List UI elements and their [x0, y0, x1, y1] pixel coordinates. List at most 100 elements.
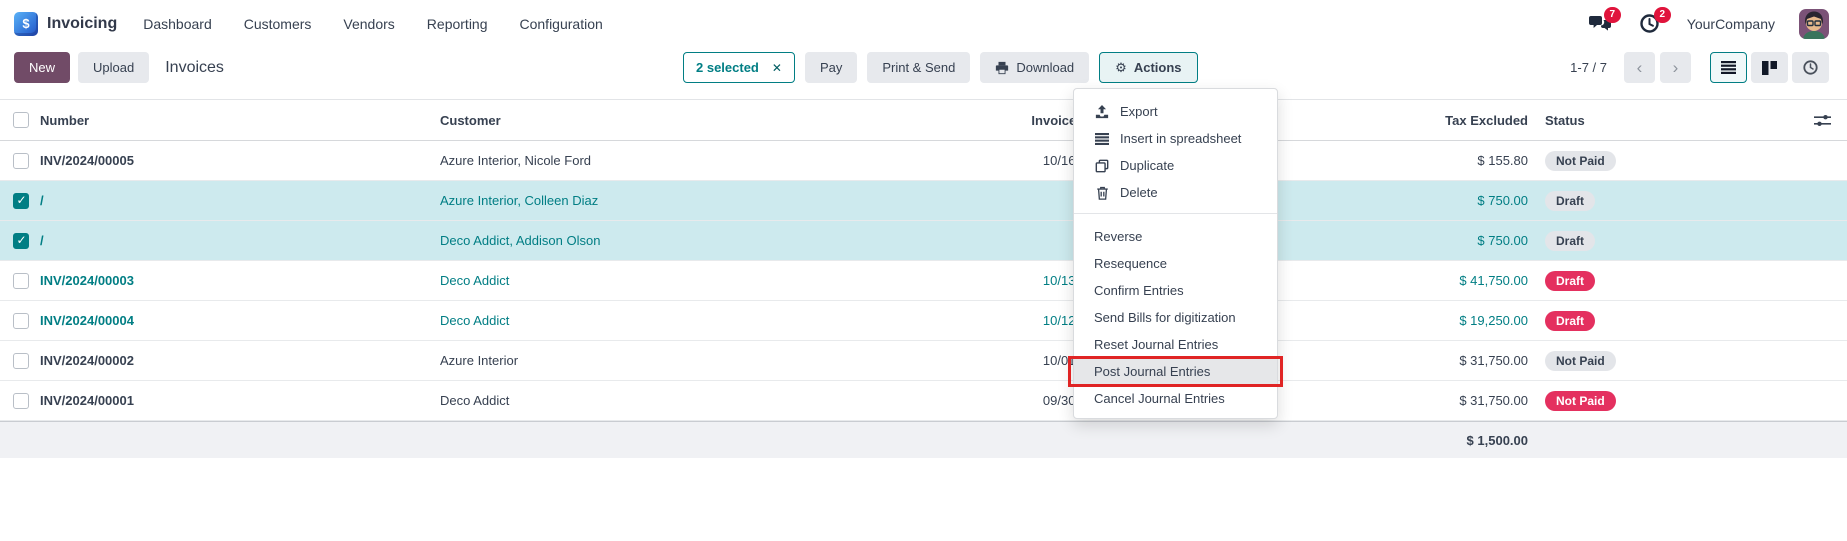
- spreadsheet-icon: [1094, 133, 1110, 145]
- tax-excluded-total: $ 1,500.00: [1408, 433, 1528, 448]
- pager-next-button[interactable]: ›: [1660, 52, 1691, 83]
- status-badge: Not Paid: [1545, 151, 1616, 171]
- menu-item-reset-journal-entries[interactable]: Reset Journal Entries: [1074, 331, 1277, 358]
- menu-item-post-journal-entries[interactable]: Post Journal Entries: [1074, 358, 1277, 385]
- invoice-amount: $ 750.00: [1408, 193, 1528, 208]
- row-checkbox[interactable]: [13, 193, 29, 209]
- menu-vendors[interactable]: Vendors: [343, 16, 394, 32]
- menu-item-reverse[interactable]: Reverse: [1074, 223, 1277, 250]
- table-row[interactable]: / Azure Interior, Colleen Diaz $ 750.00 …: [0, 181, 1847, 221]
- user-avatar[interactable]: [1799, 9, 1829, 39]
- main-menu: Dashboard Customers Vendors Reporting Co…: [143, 16, 603, 32]
- menu-item-delete[interactable]: Delete: [1074, 179, 1277, 206]
- menu-item-label: Delete: [1120, 185, 1158, 200]
- selection-counter[interactable]: 2 selected ✕: [683, 52, 795, 83]
- status-badge: Not Paid: [1545, 391, 1616, 411]
- company-switcher[interactable]: YourCompany: [1687, 16, 1775, 32]
- view-switcher: [1710, 52, 1829, 83]
- clear-selection-icon[interactable]: ✕: [772, 61, 782, 75]
- column-header-number[interactable]: Number: [40, 113, 440, 128]
- app-title: Invoicing: [47, 15, 117, 33]
- top-navbar: $ Invoicing Dashboard Customers Vendors …: [0, 0, 1847, 47]
- invoice-list: Number Customer Invoice Date Tax Exclude…: [0, 99, 1847, 458]
- selection-count-label: 2 selected: [696, 60, 759, 75]
- table-row[interactable]: INV/2024/00005 Azure Interior, Nicole Fo…: [0, 141, 1847, 181]
- column-header-status[interactable]: Status: [1545, 113, 1745, 128]
- trash-icon: [1094, 186, 1110, 200]
- invoice-customer: Azure Interior, Colleen Diaz: [440, 193, 990, 208]
- menu-item-send-bills-for-digitization[interactable]: Send Bills for digitization: [1074, 304, 1277, 331]
- table-row[interactable]: INV/2024/00003 Deco Addict 10/13/2024 $ …: [0, 261, 1847, 301]
- invoice-number: /: [40, 233, 440, 248]
- upload-button[interactable]: Upload: [78, 52, 149, 83]
- download-button[interactable]: Download: [980, 52, 1089, 83]
- row-checkbox[interactable]: [13, 393, 29, 409]
- systray: 7 2 YourCompany: [1587, 9, 1829, 39]
- actions-button[interactable]: ⚙ Actions: [1099, 52, 1197, 83]
- menu-item-label: Insert in spreadsheet: [1120, 131, 1241, 146]
- page-title: Invoices: [165, 59, 224, 77]
- menu-item-label: Send Bills for digitization: [1094, 310, 1236, 325]
- invoice-number: /: [40, 193, 440, 208]
- select-all-checkbox[interactable]: [13, 112, 29, 128]
- status-badge: Not Paid: [1545, 351, 1616, 371]
- menu-item-label: Confirm Entries: [1094, 283, 1184, 298]
- row-checkbox[interactable]: [13, 353, 29, 369]
- kanban-view-button[interactable]: [1751, 52, 1788, 83]
- menu-item-resequence[interactable]: Resequence: [1074, 250, 1277, 277]
- pager-and-views: 1-7 / 7 ‹ ›: [1570, 52, 1829, 83]
- invoicing-app-screen: $ Invoicing Dashboard Customers Vendors …: [0, 0, 1847, 541]
- download-label: Download: [1016, 60, 1074, 75]
- print-send-button[interactable]: Print & Send: [867, 52, 970, 83]
- table-row[interactable]: INV/2024/00004 Deco Addict 10/12/2024 $ …: [0, 301, 1847, 341]
- row-checkbox[interactable]: [13, 233, 29, 249]
- invoice-customer: Azure Interior: [440, 353, 990, 368]
- invoice-customer: Deco Addict: [440, 273, 990, 288]
- menu-item-label: Reset Journal Entries: [1094, 337, 1218, 352]
- invoice-amount: $ 19,250.00: [1408, 313, 1528, 328]
- row-checkbox[interactable]: [13, 153, 29, 169]
- invoice-amount: $ 155.80: [1408, 153, 1528, 168]
- breadcrumb-area: New Upload Invoices: [14, 52, 224, 83]
- new-button[interactable]: New: [14, 52, 70, 83]
- app-switcher[interactable]: $ Invoicing: [14, 12, 117, 36]
- menu-dashboard[interactable]: Dashboard: [143, 16, 212, 32]
- menu-item-cancel-journal-entries[interactable]: Cancel Journal Entries: [1074, 385, 1277, 412]
- row-checkbox[interactable]: [13, 273, 29, 289]
- menu-reporting[interactable]: Reporting: [427, 16, 488, 32]
- gear-icon: ⚙: [1115, 61, 1127, 74]
- column-header-tax-excluded[interactable]: Tax Excluded: [1408, 113, 1528, 128]
- selection-actions: 2 selected ✕ Pay Print & Send Download ⚙…: [683, 52, 1198, 83]
- activity-clock-icon: [1803, 60, 1818, 75]
- table-header-row: Number Customer Invoice Date Tax Exclude…: [0, 99, 1847, 141]
- row-checkbox[interactable]: [13, 313, 29, 329]
- activity-view-button[interactable]: [1792, 52, 1829, 83]
- column-header-customer[interactable]: Customer: [440, 113, 990, 128]
- control-bar: New Upload Invoices 2 selected ✕ Pay Pri…: [0, 47, 1847, 99]
- activities-button[interactable]: 2: [1637, 12, 1663, 36]
- list-view-icon: [1721, 61, 1736, 74]
- status-badge: Draft: [1545, 271, 1595, 291]
- table-row[interactable]: / Deco Addict, Addison Olson $ 750.00 Dr…: [0, 221, 1847, 261]
- menu-item-label: Resequence: [1094, 256, 1167, 271]
- list-view-button[interactable]: [1710, 52, 1747, 83]
- menu-configuration[interactable]: Configuration: [520, 16, 603, 32]
- menu-customers[interactable]: Customers: [244, 16, 312, 32]
- table-row[interactable]: INV/2024/00002 Azure Interior 10/01/2024…: [0, 341, 1847, 381]
- kanban-view-icon: [1762, 61, 1777, 75]
- actions-dropdown-menu: Export Duplicate Insert in spreadsheet D…: [1073, 88, 1278, 419]
- menu-item-insert-in-spreadsheet[interactable]: Duplicate Insert in spreadsheet: [1074, 125, 1277, 152]
- invoice-number: INV/2024/00001: [40, 393, 440, 408]
- pay-button[interactable]: Pay: [805, 52, 857, 83]
- pager-previous-button[interactable]: ‹: [1624, 52, 1655, 83]
- menu-item-export[interactable]: Export: [1074, 98, 1277, 125]
- optional-columns-icon[interactable]: [1814, 113, 1831, 128]
- invoice-number: INV/2024/00004: [40, 313, 440, 328]
- menu-divider: [1074, 213, 1277, 214]
- menu-item-confirm-entries[interactable]: Confirm Entries: [1074, 277, 1277, 304]
- messages-button[interactable]: 7: [1587, 12, 1613, 36]
- menu-item-duplicate[interactable]: Duplicate: [1074, 152, 1277, 179]
- table-row[interactable]: INV/2024/00001 Deco Addict 09/30/2024 $ …: [0, 381, 1847, 421]
- invoice-amount: $ 31,750.00: [1408, 393, 1528, 408]
- menu-item-label: Export: [1120, 104, 1158, 119]
